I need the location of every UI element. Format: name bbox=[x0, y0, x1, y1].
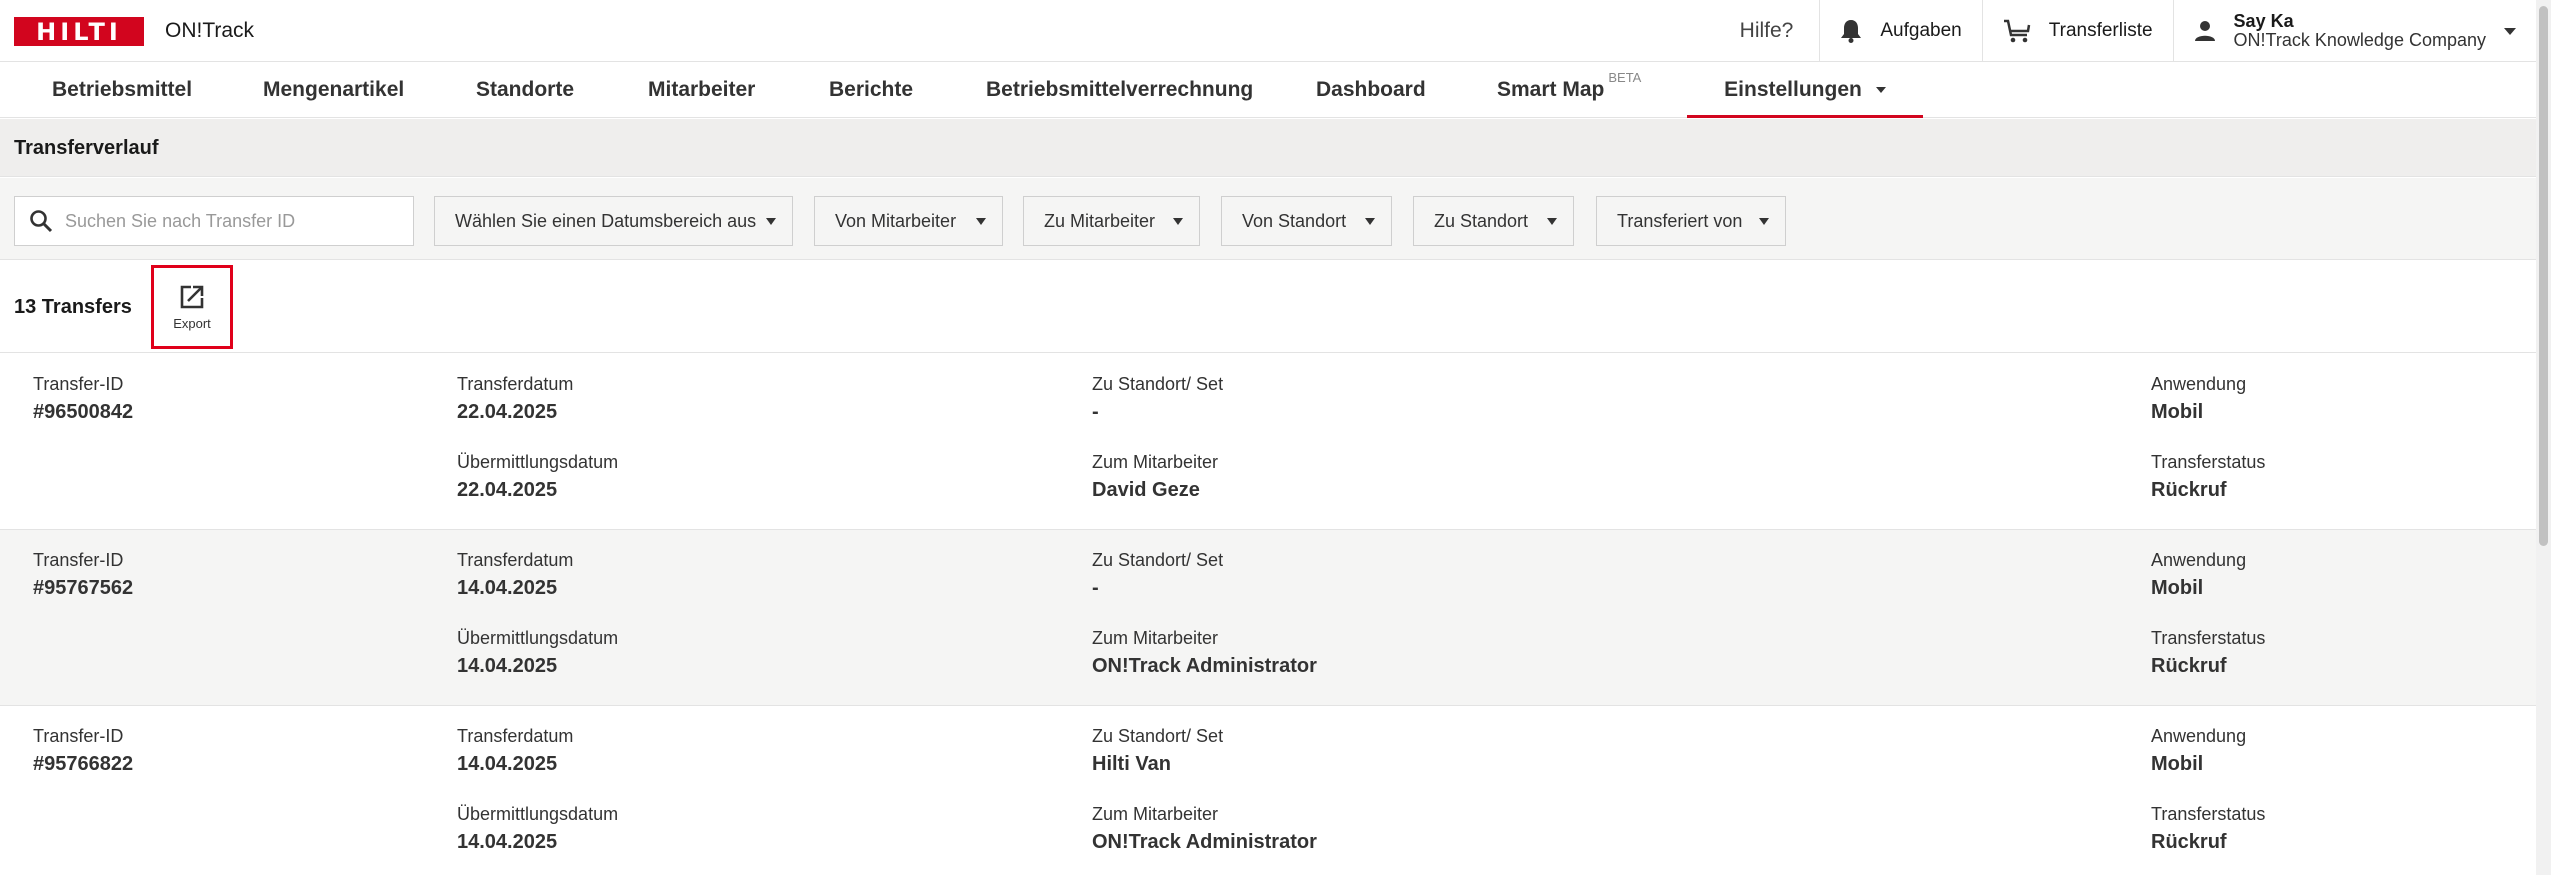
nav-einstellungen-label: Einstellungen bbox=[1724, 78, 1862, 101]
help-link[interactable]: Hilfe? bbox=[1714, 0, 1820, 62]
transferred-by-dropdown[interactable]: Transferiert von bbox=[1596, 196, 1786, 246]
page-title: Transferverlauf bbox=[14, 137, 159, 159]
transfer-list-label: Transferliste bbox=[2048, 20, 2153, 41]
export-button[interactable]: Export bbox=[151, 265, 233, 349]
status-cell: Transferstatus Rückruf bbox=[2151, 628, 2266, 677]
tasks-button[interactable]: Aufgaben bbox=[1819, 0, 1981, 62]
to-location-cell: Zu Standort/ Set - bbox=[1092, 374, 1224, 423]
top-header: HILTI ON!Track Hilfe? Aufgaben Transferl… bbox=[0, 0, 2536, 62]
transfer-row[interactable]: Transfer-ID #95766822 Transferdatum 14.04.… bbox=[0, 706, 2536, 875]
transfer-date-cell: Transferdatum 22.04.2025 bbox=[457, 374, 574, 423]
transfer-id-cell: Transfer-ID #95767562 bbox=[33, 550, 134, 600]
app-title: ON!Track bbox=[165, 19, 255, 42]
nav-dashboard[interactable]: Dashboard bbox=[1316, 62, 1426, 118]
results-toolbar: 13 Transfers Export bbox=[0, 261, 2536, 353]
submission-date-cell: Übermittlungsdatum 14.04.2025 bbox=[457, 804, 619, 853]
nav-mengenartikel[interactable]: Mengenartikel bbox=[263, 62, 404, 118]
status-cell: Transferstatus Rückruf bbox=[2151, 804, 2266, 853]
to-employee-cell: Zum Mitarbeiter David Geze bbox=[1092, 452, 1219, 501]
transfer-id[interactable]: #95766822 bbox=[33, 753, 133, 776]
from-employee-dropdown[interactable]: Von Mitarbeiter bbox=[814, 196, 1003, 246]
to-location-dropdown[interactable]: Zu Standort bbox=[1413, 196, 1574, 246]
nav-smart-map-label: Smart Map bbox=[1497, 78, 1605, 101]
chevron-down-icon bbox=[2504, 27, 2516, 35]
chevron-down-icon bbox=[1547, 218, 1557, 225]
nav-einstellungen[interactable]: Einstellungen bbox=[1687, 62, 1923, 118]
chevron-down-icon bbox=[1365, 218, 1375, 225]
export-icon bbox=[180, 285, 204, 308]
chevron-down-icon bbox=[1759, 218, 1769, 225]
search-input[interactable] bbox=[65, 210, 405, 232]
tasks-label: Aufgaben bbox=[1880, 20, 1962, 41]
chevron-down-icon bbox=[766, 218, 776, 225]
transfer-id[interactable]: #95767562 bbox=[33, 577, 133, 600]
filter-bar: Wählen Sie einen Datumsbereich aus Von M… bbox=[0, 178, 2536, 260]
date-range-dropdown[interactable]: Wählen Sie einen Datumsbereich aus bbox=[434, 196, 793, 246]
hilti-logo[interactable]: HILTI bbox=[14, 17, 144, 46]
user-info: Say Ka ON!Track Knowledge Company bbox=[2234, 12, 2486, 50]
application-cell: Anwendung Mobil bbox=[2151, 550, 2247, 599]
to-employee-dropdown[interactable]: Zu Mitarbeiter bbox=[1023, 196, 1200, 246]
nav-betriebsmittelverrechnung[interactable]: Betriebsmittelverrechnung bbox=[986, 62, 1253, 118]
beta-badge: BETA bbox=[1608, 70, 1642, 85]
from-location-dropdown[interactable]: Von Standort bbox=[1221, 196, 1392, 246]
export-label: Export bbox=[173, 315, 211, 331]
nav-mitarbeiter[interactable]: Mitarbeiter bbox=[648, 62, 755, 118]
status-cell: Transferstatus Rückruf bbox=[2151, 452, 2266, 501]
transfer-id-cell: Transfer-ID #96500842 bbox=[33, 374, 134, 424]
user-name: Say Ka bbox=[2233, 11, 2294, 32]
scrollbar-thumb[interactable] bbox=[2539, 6, 2548, 546]
application-cell: Anwendung Mobil bbox=[2151, 374, 2247, 423]
transfer-list-button[interactable]: Transferliste bbox=[1981, 0, 2173, 62]
nav-smart-map[interactable]: Smart MapBETA bbox=[1497, 62, 1641, 118]
user-icon bbox=[2194, 21, 2215, 41]
application-cell: Anwendung Mobil bbox=[2151, 726, 2247, 775]
header-actions: Hilfe? Aufgaben Transferliste Say Ka ON!… bbox=[1714, 0, 2536, 62]
page-scrollbar[interactable] bbox=[2536, 0, 2551, 875]
bell-icon bbox=[1841, 20, 1862, 43]
user-company: ON!Track Knowledge Company bbox=[2233, 30, 2486, 50]
nav-betriebsmittel[interactable]: Betriebsmittel bbox=[52, 62, 192, 118]
nav-standorte[interactable]: Standorte bbox=[476, 62, 574, 118]
transfer-id[interactable]: #96500842 bbox=[33, 401, 133, 424]
to-location-cell: Zu Standort/ Set Hilti Van bbox=[1092, 726, 1224, 775]
transfer-row[interactable]: Transfer-ID #95767562 Transferdatum 14.04.… bbox=[0, 530, 2536, 706]
submission-date-cell: Übermittlungsdatum 22.04.2025 bbox=[457, 452, 619, 501]
to-employee-cell: Zum Mitarbeiter ON!Track Administrator bbox=[1092, 804, 1317, 853]
to-location-cell: Zu Standort/ Set - bbox=[1092, 550, 1224, 599]
to-employee-cell: Zum Mitarbeiter ON!Track Administrator bbox=[1092, 628, 1317, 677]
chevron-down-icon bbox=[976, 218, 986, 225]
submission-date-cell: Übermittlungsdatum 14.04.2025 bbox=[457, 628, 619, 677]
search-box[interactable] bbox=[14, 196, 414, 246]
transfer-date-cell: Transferdatum 14.04.2025 bbox=[457, 726, 574, 775]
search-icon bbox=[30, 210, 53, 233]
transfer-date-cell: Transferdatum 14.04.2025 bbox=[457, 550, 574, 599]
transfer-count: 13 Transfers bbox=[14, 296, 132, 318]
transfer-row[interactable]: Transfer-ID #96500842 Transferdatum 22.04.… bbox=[0, 354, 2536, 530]
user-menu[interactable]: Say Ka ON!Track Knowledge Company bbox=[2172, 0, 2536, 62]
main-nav: Betriebsmittel Mengenartikel Standorte M… bbox=[0, 62, 2536, 118]
chevron-down-icon bbox=[1173, 218, 1183, 225]
cart-icon bbox=[2003, 19, 2030, 43]
chevron-down-icon bbox=[1875, 87, 1886, 94]
transfer-id-cell: Transfer-ID #95766822 bbox=[33, 726, 134, 776]
page-title-bar: Transferverlauf bbox=[0, 119, 2536, 177]
nav-berichte[interactable]: Berichte bbox=[829, 62, 913, 118]
